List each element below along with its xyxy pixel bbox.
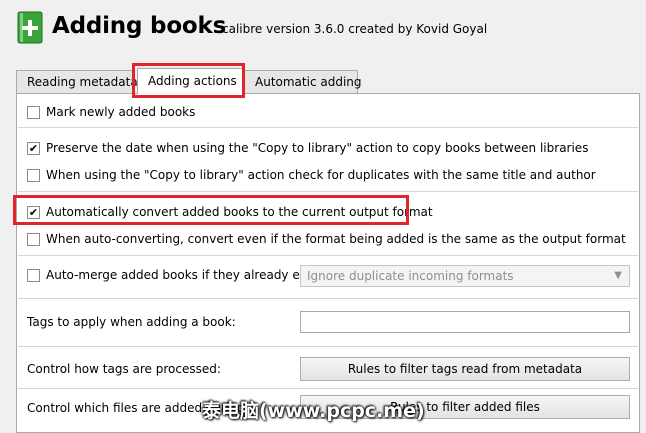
mark-new-label: Mark newly added books (46, 105, 196, 119)
auto-merge-dropdown[interactable]: Ignore duplicate incoming formats ▼ (300, 265, 630, 287)
divider (18, 388, 638, 389)
auto-convert-same-checkbox[interactable] (27, 232, 40, 246)
watermark: 泰电脑(www.pcpc.me) (202, 400, 425, 422)
divider (18, 346, 638, 347)
adding-actions-panel: Mark newly added books ✔ Preserve the da… (16, 93, 640, 433)
page-title: Adding books (52, 13, 227, 39)
check-duplicates-checkbox[interactable] (27, 168, 40, 182)
divider (18, 298, 638, 299)
tab-automatic-adding[interactable]: Automatic adding (244, 70, 362, 94)
preserve-date-option[interactable]: ✔ Preserve the date when using the "Copy… (27, 139, 588, 157)
tag-rules-label: Control how tags are processed: (27, 362, 221, 376)
auto-convert-same-option[interactable]: When auto-converting, convert even if th… (27, 230, 626, 248)
auto-convert-same-label: When auto-converting, convert even if th… (46, 232, 626, 246)
preserve-date-checkbox[interactable]: ✔ (27, 141, 40, 155)
mark-new-checkbox[interactable] (27, 105, 40, 119)
tags-label: Tags to apply when adding a book: (27, 315, 236, 329)
auto-merge-checkbox[interactable] (27, 268, 40, 282)
divider (18, 255, 638, 256)
version-subtitle: calibre version 3.6.0 created by Kovid G… (222, 22, 488, 36)
auto-merge-option[interactable]: Auto-merge added books if they already e… (27, 266, 325, 284)
check-duplicates-label: When using the "Copy to library" action … (46, 168, 596, 182)
tab-reading-metadata[interactable]: Reading metadata (16, 70, 138, 94)
mark-new-option[interactable]: Mark newly added books (27, 103, 195, 121)
tab-adding-actions[interactable]: Adding actions (137, 68, 243, 94)
tags-input[interactable] (300, 311, 630, 333)
divider (18, 191, 638, 192)
auto-convert-checkbox[interactable]: ✔ (27, 205, 40, 219)
dialog-header: Adding books calibre version 3.6.0 creat… (0, 0, 646, 62)
tag-rules-button[interactable]: Rules to filter tags read from metadata (300, 357, 630, 381)
preserve-date-label: Preserve the date when using the "Copy t… (46, 141, 589, 155)
auto-merge-selected: Ignore duplicate incoming formats (307, 269, 514, 283)
chevron-down-icon: ▼ (614, 270, 622, 281)
check-duplicates-option[interactable]: When using the "Copy to library" action … (27, 166, 596, 184)
auto-merge-label: Auto-merge added books if they already e… (46, 268, 325, 282)
auto-convert-label: Automatically convert added books to the… (46, 205, 433, 219)
book-add-icon (17, 11, 43, 44)
divider (18, 127, 638, 128)
auto-convert-option[interactable]: ✔ Automatically convert added books to t… (27, 203, 433, 221)
